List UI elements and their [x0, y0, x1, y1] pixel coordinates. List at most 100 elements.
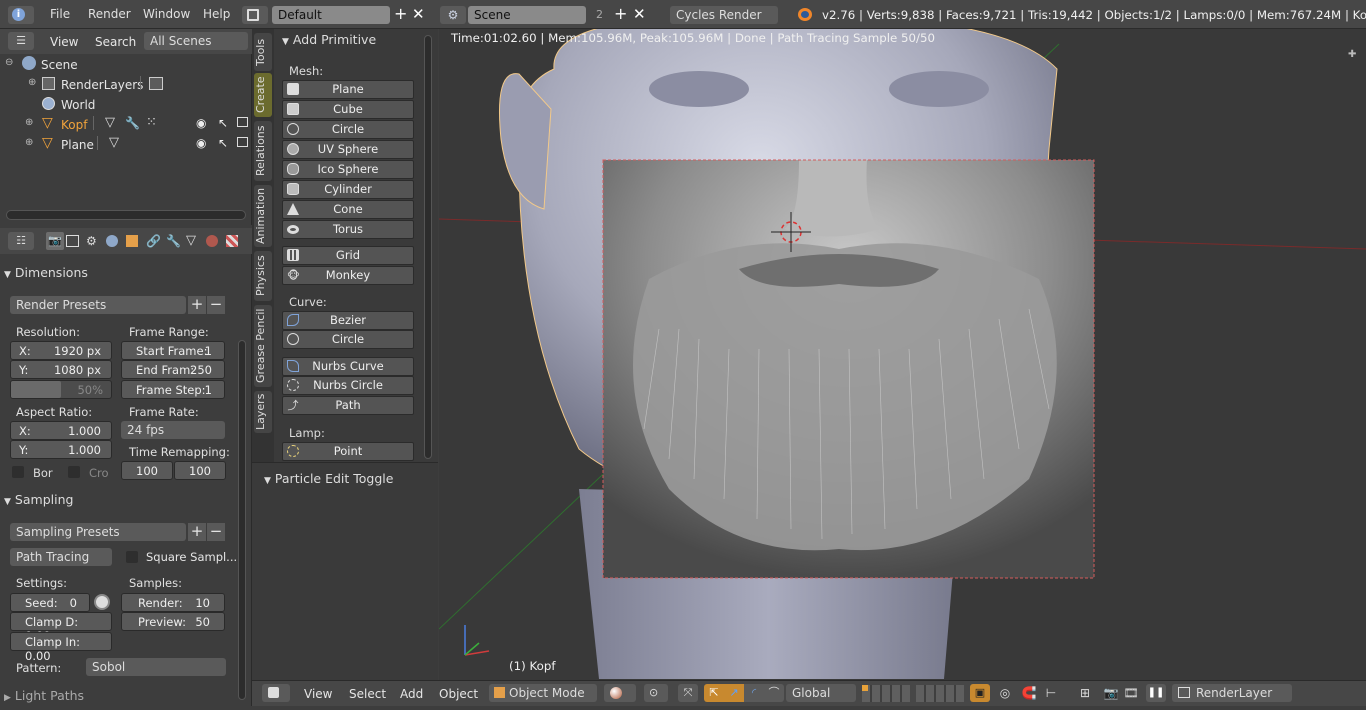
render-layers-tab-icon[interactable]: [66, 235, 79, 247]
object-menu[interactable]: Object: [439, 687, 478, 701]
snap-toggle-icon[interactable]: 🧲: [1020, 684, 1038, 702]
renderable-camera-icon[interactable]: [237, 117, 248, 127]
outliner-search-menu[interactable]: Search: [95, 35, 136, 49]
add-monkey-button[interactable]: 🐵 Monkey: [282, 266, 414, 285]
expand-icon[interactable]: ⊕: [25, 137, 33, 148]
3d-view-editor-icon[interactable]: [262, 684, 290, 702]
sampling-presets-select[interactable]: Sampling Presets: [10, 523, 186, 541]
viewport-properties-toggle-icon[interactable]: ✚: [1348, 49, 1360, 61]
remove-preset-button[interactable]: −: [207, 296, 225, 314]
frame-step-field[interactable]: Frame Step: 1: [121, 380, 225, 399]
menu-render[interactable]: Render: [88, 7, 131, 21]
resolution-y-field[interactable]: Y: 1080 px: [10, 360, 112, 379]
pattern-select[interactable]: Sobol: [86, 658, 226, 676]
add-preset-button[interactable]: +: [188, 296, 206, 314]
expand-icon[interactable]: ⊕: [28, 77, 36, 88]
add-circle-button[interactable]: Circle: [282, 120, 414, 139]
render-samples-field[interactable]: Render: 10: [121, 593, 225, 612]
render-layer-icon[interactable]: [149, 77, 163, 90]
visibility-eye-icon[interactable]: ◉: [196, 136, 206, 150]
transform-orientation-select[interactable]: Global: [786, 684, 856, 702]
clamp-direct-field[interactable]: Clamp D: 0.00: [10, 612, 112, 643]
manipulator-toggle-icon[interactable]: ⤧: [678, 684, 698, 702]
resolution-percent-slider[interactable]: 50%: [10, 380, 112, 399]
tab-relations[interactable]: Relations: [254, 121, 272, 181]
time-remap-new-field[interactable]: 100: [174, 461, 226, 480]
scene-layers-grid-2[interactable]: [916, 685, 964, 702]
add-primitive-header[interactable]: ▼ Add Primitive: [282, 32, 376, 47]
outliner-view-menu[interactable]: View: [50, 35, 78, 49]
resolution-x-field[interactable]: X: 1920 px: [10, 341, 112, 360]
opengl-render-image-icon[interactable]: 📷: [1102, 684, 1120, 702]
translate-manipulator-icon[interactable]: ⇱: [704, 684, 724, 702]
render-presets-select[interactable]: Render Presets: [10, 296, 186, 314]
integrator-select[interactable]: Path Tracing: [10, 548, 112, 566]
tab-tools[interactable]: Tools: [254, 33, 272, 71]
crop-checkbox[interactable]: Cro: [66, 465, 114, 481]
render-engine-select[interactable]: Cycles Render: [670, 6, 778, 24]
aspect-y-field[interactable]: Y: 1.000: [10, 440, 112, 459]
add-cube-button[interactable]: Cube: [282, 100, 414, 119]
scene-tab-icon[interactable]: ⚙: [86, 234, 97, 248]
proportional-editing-icon[interactable]: ◎: [996, 684, 1014, 702]
menu-window[interactable]: Window: [143, 7, 190, 21]
interaction-mode-select[interactable]: Object Mode: [489, 684, 597, 702]
add-cylinder-button[interactable]: Cylinder: [282, 180, 414, 199]
tab-layers[interactable]: Layers: [254, 391, 272, 433]
border-checkbox[interactable]: Bor: [10, 465, 58, 481]
add-grid-button[interactable]: Grid: [282, 246, 414, 265]
tool-shelf-scrollbar[interactable]: [424, 35, 432, 459]
add-torus-button[interactable]: Torus: [282, 220, 414, 239]
material-tab-icon[interactable]: [206, 235, 218, 247]
rotate-manipulator-icon[interactable]: ↗: [724, 684, 744, 702]
outliner-row-renderlayers[interactable]: ⊕ RenderLayers: [0, 74, 252, 94]
constraints-tab-icon[interactable]: 🔗: [146, 234, 161, 248]
viewport-shading-select[interactable]: [604, 684, 636, 702]
snap-target-icon[interactable]: ⊞: [1076, 684, 1094, 702]
add-sampling-preset-button[interactable]: +: [188, 523, 206, 541]
add-plane-button[interactable]: Plane: [282, 80, 414, 99]
light-paths-panel-header[interactable]: ▶ Light Paths: [4, 688, 230, 710]
visibility-eye-icon[interactable]: ◉: [196, 116, 206, 130]
render-layer-select[interactable]: RenderLayer: [1172, 684, 1292, 702]
add-curve-circle-button[interactable]: Circle: [282, 330, 414, 349]
menu-help[interactable]: Help: [203, 7, 230, 21]
outliner-horizontal-scrollbar[interactable]: [6, 210, 246, 220]
animated-seed-clock-icon[interactable]: [94, 594, 110, 610]
tab-grease-pencil[interactable]: Grease Pencil: [254, 305, 272, 387]
screen-layout-icon[interactable]: [242, 6, 268, 24]
selectable-cursor-icon[interactable]: ↖: [218, 136, 228, 150]
outliner-row-plane[interactable]: ⊕ ▽ Plane ▽ ◉ ↖: [0, 134, 252, 154]
delete-scene-button[interactable]: ✕: [633, 6, 649, 24]
outliner-filter-select[interactable]: All Scenes: [144, 32, 248, 50]
select-menu[interactable]: Select: [349, 687, 386, 701]
snap-element-icon[interactable]: ⊢: [1042, 684, 1060, 702]
properties-editor-icon[interactable]: ☷: [8, 232, 34, 250]
data-tab-icon[interactable]: ▽: [186, 233, 196, 248]
lock-camera-layers-icon[interactable]: ▣: [970, 684, 990, 702]
clamp-indirect-field[interactable]: Clamp In: 0.00: [10, 632, 112, 663]
sampling-panel-header[interactable]: ▼ Sampling: [4, 492, 230, 514]
tab-create[interactable]: Create: [254, 73, 272, 117]
curve-manipulator-icon[interactable]: ⌒: [764, 684, 784, 702]
add-nurbs-curve-button[interactable]: Nurbs Curve: [282, 357, 414, 376]
frame-rate-select[interactable]: 24 fps: [121, 421, 225, 439]
add-path-button[interactable]: ⤴ Path: [282, 396, 414, 415]
scene-field[interactable]: Scene: [468, 6, 586, 24]
add-uv-sphere-button[interactable]: UV Sphere: [282, 140, 414, 159]
outliner-editor-icon[interactable]: ☰: [8, 32, 34, 50]
tab-animation[interactable]: Animation: [254, 185, 272, 247]
outliner-row-kopf[interactable]: ⊕ ▽ Kopf ▽ 🔧 ⁙ ◉ ↖: [0, 114, 252, 134]
outliner-row-world[interactable]: World: [0, 94, 252, 114]
tab-physics[interactable]: Physics: [254, 251, 272, 301]
add-ico-sphere-button[interactable]: Ico Sphere: [282, 160, 414, 179]
mesh-data-icon[interactable]: ▽: [105, 115, 115, 130]
particles-icon[interactable]: ⁙: [146, 115, 157, 130]
mesh-data-icon[interactable]: ▽: [109, 135, 119, 150]
scene-layers-grid[interactable]: [862, 685, 910, 702]
selectable-cursor-icon[interactable]: ↖: [218, 116, 228, 130]
preview-samples-field[interactable]: Preview: 50: [121, 612, 225, 631]
end-frame-field[interactable]: End Fram: 250: [121, 360, 225, 379]
opengl-render-animation-icon[interactable]: 🎞: [1122, 684, 1140, 702]
renderable-camera-icon[interactable]: [237, 137, 248, 147]
